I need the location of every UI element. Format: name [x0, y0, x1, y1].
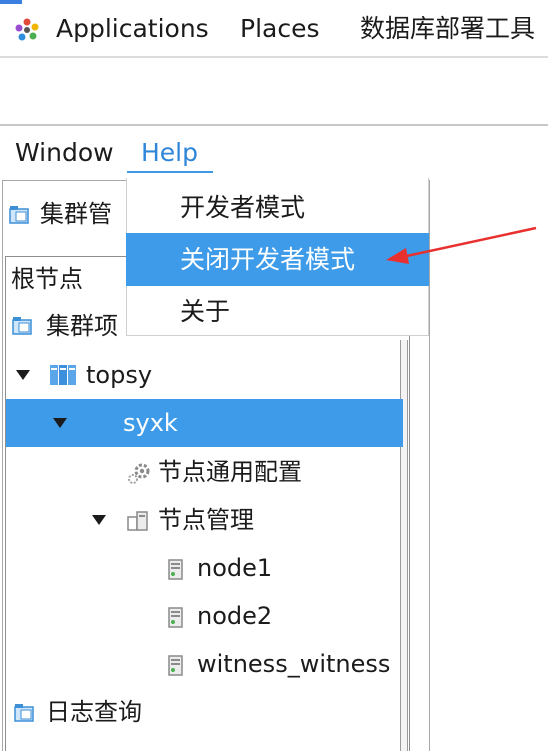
help-active-underline: [127, 171, 213, 173]
gear-icon: [128, 463, 150, 484]
tree-item-cluster-items[interactable]: 集群项: [46, 311, 118, 341]
cluster-folder-icon: [9, 206, 29, 224]
menu-item-close-developer-mode[interactable]: 关闭开发者模式: [180, 245, 355, 275]
node-icon: [168, 607, 183, 628]
expand-arrow-icon[interactable]: [52, 416, 68, 430]
applications-icon[interactable]: [13, 16, 41, 44]
tree-root-label[interactable]: 根节点: [11, 264, 83, 294]
menu-item-developer-mode[interactable]: 开发者模式: [180, 193, 305, 223]
tree-item-node-general-config[interactable]: 节点通用配置: [158, 457, 302, 487]
tree-item-syxk[interactable]: syxk: [123, 408, 178, 438]
expand-arrow-icon[interactable]: [91, 513, 107, 527]
tree-item-log-query[interactable]: 日志查询: [46, 697, 142, 727]
menu-help[interactable]: Help: [141, 138, 198, 168]
tree-item-node2[interactable]: node2: [197, 601, 272, 631]
nodes-icon: [127, 511, 148, 531]
tree-item-witness[interactable]: witness_witness: [197, 649, 390, 679]
panel-divider: [0, 56, 548, 58]
applications-menu[interactable]: Applications: [56, 14, 209, 44]
window-top-border: [0, 124, 548, 126]
panel-tab-label[interactable]: 集群管: [40, 199, 112, 229]
menu-window[interactable]: Window: [15, 138, 114, 168]
folder-icon: [14, 704, 34, 722]
menu-item-about[interactable]: 关于: [180, 297, 230, 327]
app-title-menu[interactable]: 数据库部署工具: [360, 14, 535, 44]
annotation-arrow-icon: [386, 226, 537, 264]
tree-item-node1[interactable]: node1: [197, 553, 272, 583]
expand-arrow-icon[interactable]: [15, 368, 31, 382]
tree-item-node-management[interactable]: 节点管理: [158, 505, 254, 535]
places-menu[interactable]: Places: [240, 14, 320, 44]
node-icon: [168, 655, 183, 676]
node-icon: [168, 559, 183, 580]
cluster-icon: [50, 365, 76, 385]
tree-item-topsy[interactable]: topsy: [86, 360, 152, 390]
folder-icon: [12, 317, 32, 335]
